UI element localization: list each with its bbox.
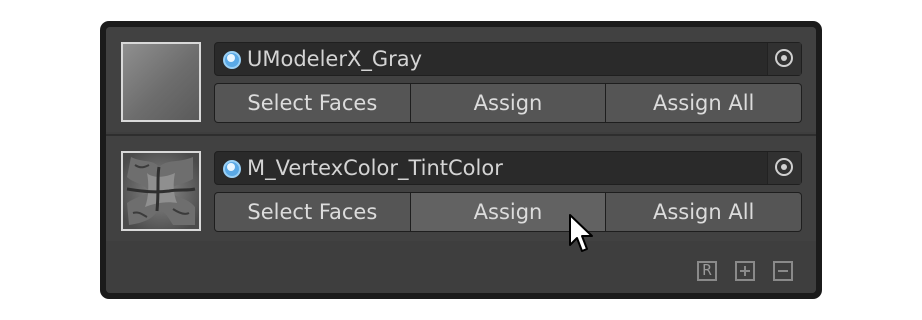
minus-icon [778,270,788,272]
assign-all-button[interactable]: Assign All [606,84,802,122]
material-object-icon [223,160,241,178]
material-list-panel: UModelerX_Gray Select Faces Assign Assig… [100,21,822,299]
object-picker-button[interactable] [767,152,801,184]
material-object-field[interactable]: M_VertexColor_TintColor [214,151,802,185]
material-list: UModelerX_Gray Select Faces Assign Assig… [106,27,816,293]
material-name: UModelerX_Gray [247,47,423,71]
assign-button[interactable]: Assign [410,84,606,122]
select-faces-button[interactable]: Select Faces [215,84,410,122]
reset-button[interactable]: R [697,261,717,281]
target-icon [775,49,793,67]
material-object-field[interactable]: UModelerX_Gray [214,42,802,76]
reset-icon: R [702,261,712,279]
remove-material-button[interactable] [773,261,793,281]
material-slot[interactable]: UModelerX_Gray Select Faces Assign Assig… [106,27,816,132]
mouse-pointer-icon [569,214,593,252]
material-slot[interactable]: M_VertexColor_TintColor Select Faces Ass… [106,134,816,241]
material-thumbnail[interactable] [121,42,201,122]
object-picker-button[interactable] [767,43,801,75]
material-object-icon [223,51,241,69]
list-footer: R [106,250,816,293]
stone-texture-swatch-icon [123,153,199,229]
material-name: M_VertexColor_TintColor [247,156,503,180]
select-faces-button[interactable]: Select Faces [215,193,410,231]
plus-icon-vertical [744,266,746,276]
target-icon [775,158,793,176]
material-action-buttons: Select Faces Assign Assign All [214,192,802,232]
assign-all-button[interactable]: Assign All [606,193,802,231]
material-action-buttons: Select Faces Assign Assign All [214,83,802,123]
material-thumbnail[interactable] [121,151,201,231]
add-material-button[interactable] [735,261,755,281]
